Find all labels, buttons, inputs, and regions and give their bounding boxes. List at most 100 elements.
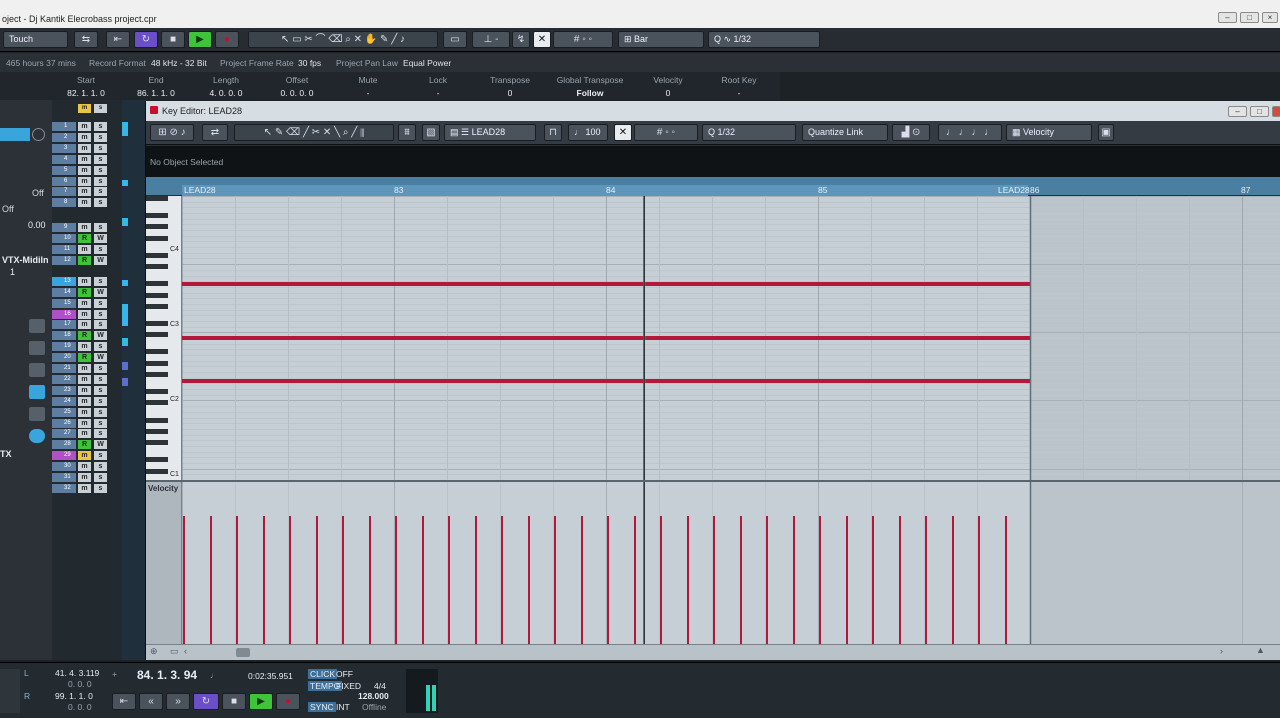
track-solo-button[interactable]: s bbox=[94, 386, 107, 395]
zoom-tool-icon[interactable]: ⌕ bbox=[343, 127, 349, 138]
velocity-bar[interactable] bbox=[713, 516, 715, 644]
black-key[interactable] bbox=[146, 304, 168, 309]
quick-controls-icon[interactable] bbox=[29, 407, 45, 421]
track-solo-button[interactable]: s bbox=[94, 473, 107, 482]
global-solo-indicator[interactable]: s bbox=[94, 104, 107, 113]
black-key[interactable] bbox=[146, 389, 168, 394]
track-mute-button[interactable]: R bbox=[78, 234, 91, 243]
line-icon[interactable]: ╱ bbox=[391, 34, 397, 45]
transport-cycle-button[interactable]: ↻ bbox=[193, 693, 219, 710]
velocity-bar[interactable] bbox=[581, 516, 583, 644]
info-start-value[interactable]: 82. 1. 1. 0 bbox=[54, 88, 118, 98]
range-icon[interactable]: ▭ bbox=[292, 34, 301, 45]
primary-time-display[interactable]: 84. 1. 3. 94 bbox=[137, 668, 197, 682]
minimize-button[interactable]: – bbox=[1218, 12, 1237, 23]
track-row[interactable]: 21 m s bbox=[52, 364, 122, 374]
velocity-bar[interactable] bbox=[369, 516, 371, 644]
velocity-bar[interactable] bbox=[607, 516, 609, 644]
track-mute-button[interactable]: m bbox=[78, 342, 91, 351]
track-mute-button[interactable]: m bbox=[78, 484, 91, 493]
track-mute-button[interactable]: m bbox=[78, 473, 91, 482]
track-mute-button[interactable]: m bbox=[78, 245, 91, 254]
velocity-bar[interactable] bbox=[236, 516, 238, 644]
track-solo-button[interactable]: s bbox=[94, 187, 107, 196]
track-solo-button[interactable]: s bbox=[94, 419, 107, 428]
object-selection-icon[interactable]: ↖ bbox=[281, 34, 289, 45]
track-row[interactable]: 3ms bbox=[52, 144, 122, 154]
key-editor-tools[interactable]: ↖ ✎ ⌫ ╱ ✂ ✕ ╲ ⌕ ╱ ⫴ bbox=[234, 124, 394, 141]
color-icon[interactable]: ▭ bbox=[443, 31, 467, 48]
velocity-bar[interactable] bbox=[899, 516, 901, 644]
scroll-right-icon[interactable]: › bbox=[1220, 646, 1223, 656]
velocity-bar[interactable] bbox=[528, 516, 530, 644]
split-icon[interactable]: ✂ bbox=[304, 34, 312, 45]
velocity-bar[interactable] bbox=[1005, 516, 1007, 644]
track-mute-button[interactable]: m bbox=[78, 187, 91, 196]
track-mute-button[interactable]: m bbox=[78, 451, 91, 460]
automation-mode-select[interactable]: Touch bbox=[3, 31, 68, 48]
key-editor-close-button[interactable] bbox=[1272, 106, 1280, 117]
snap-mode-icon[interactable]: ⊥ - bbox=[472, 31, 510, 48]
midi-note[interactable] bbox=[182, 282, 644, 286]
track-solo-button[interactable]: W bbox=[94, 256, 107, 265]
black-key[interactable] bbox=[146, 196, 168, 201]
track-row[interactable]: 31 m s bbox=[52, 473, 122, 483]
controller-lane-select[interactable]: ▦ Velocity bbox=[1006, 124, 1092, 141]
track-solo-button[interactable]: s bbox=[94, 122, 107, 131]
velocity-bar[interactable] bbox=[289, 516, 291, 644]
velocity-bar[interactable] bbox=[554, 516, 556, 644]
black-key[interactable] bbox=[146, 400, 168, 405]
track-row[interactable]: 28 R W bbox=[52, 440, 122, 450]
midi-note[interactable] bbox=[645, 379, 1030, 383]
line-tool-icon[interactable]: ╱ bbox=[351, 127, 357, 138]
edit-channel-icon[interactable] bbox=[32, 128, 45, 141]
grid-options-icon[interactable]: # ◦ ◦ bbox=[634, 124, 698, 141]
track-solo-button[interactable]: s bbox=[94, 177, 107, 186]
track-row[interactable]: 1ms bbox=[52, 122, 122, 132]
select-tool-icon[interactable]: ↖ bbox=[264, 127, 272, 138]
track-mute-button[interactable]: m bbox=[78, 155, 91, 164]
track-solo-button[interactable]: s bbox=[94, 397, 107, 406]
black-key[interactable] bbox=[146, 213, 168, 218]
track-row[interactable]: 26 m s bbox=[52, 419, 122, 429]
track-solo-button[interactable]: s bbox=[94, 408, 107, 417]
frame-rate-value[interactable]: 30 fps bbox=[298, 58, 321, 68]
inspector-channel[interactable]: 1 bbox=[10, 267, 15, 277]
track-mute-button[interactable]: m bbox=[78, 408, 91, 417]
record-button[interactable]: ● bbox=[215, 31, 239, 48]
track-row[interactable]: 2ms bbox=[52, 133, 122, 143]
black-key[interactable] bbox=[146, 457, 168, 462]
velocity-bar[interactable] bbox=[846, 516, 848, 644]
track-mute-button[interactable]: m bbox=[78, 462, 91, 471]
tool-buttons-group[interactable]: ↖ ▭ ✂ ⌒ ⌫ ⌕ ✕ ✋ ✎ ╱ ♪ bbox=[248, 31, 438, 48]
track-row[interactable]: 16 m s bbox=[52, 310, 122, 320]
sends-icon[interactable] bbox=[29, 341, 45, 355]
show-part-borders-icon[interactable]: ▧ bbox=[422, 124, 440, 141]
timewarp-tool-icon[interactable]: ⫴ bbox=[360, 127, 364, 138]
track-solo-button[interactable]: s bbox=[94, 429, 107, 438]
track-mute-button[interactable]: R bbox=[78, 331, 91, 340]
black-key[interactable] bbox=[146, 236, 168, 241]
info-transpose-value[interactable]: 0 bbox=[476, 88, 544, 98]
add-lane-icon[interactable]: ⊕ bbox=[150, 646, 158, 657]
step-input-icon[interactable]: ♩ ♩ ♩ ♩ bbox=[938, 124, 1002, 141]
stop-button[interactable]: ■ bbox=[161, 31, 185, 48]
track-solo-button[interactable]: s bbox=[94, 320, 107, 329]
track-row[interactable]: 27 m s bbox=[52, 429, 122, 439]
trim-tool-icon[interactable]: ╱ bbox=[303, 127, 309, 138]
setup-window-icon[interactable]: ▣ bbox=[1098, 124, 1114, 141]
info-end-value[interactable]: 86. 1. 1. 0 bbox=[124, 88, 188, 98]
track-mute-button[interactable]: R bbox=[78, 440, 91, 449]
black-key[interactable] bbox=[146, 372, 168, 377]
quantize-link-select[interactable]: Quantize Link bbox=[802, 124, 888, 141]
snap-on-button[interactable]: ✕ bbox=[614, 124, 632, 141]
info-mute-value[interactable]: - bbox=[336, 88, 400, 98]
cycle-button[interactable]: ↻ bbox=[134, 31, 158, 48]
pan-law-value[interactable]: Equal Power bbox=[403, 58, 451, 68]
key-editor-maximize-button[interactable]: □ bbox=[1250, 106, 1269, 117]
global-mute-indicator[interactable]: m bbox=[78, 104, 91, 113]
inserts-icon[interactable] bbox=[29, 319, 45, 333]
track-mute-button[interactable]: m bbox=[78, 320, 91, 329]
black-key[interactable] bbox=[146, 253, 168, 258]
transport-play-button[interactable]: ▶ bbox=[249, 693, 273, 710]
